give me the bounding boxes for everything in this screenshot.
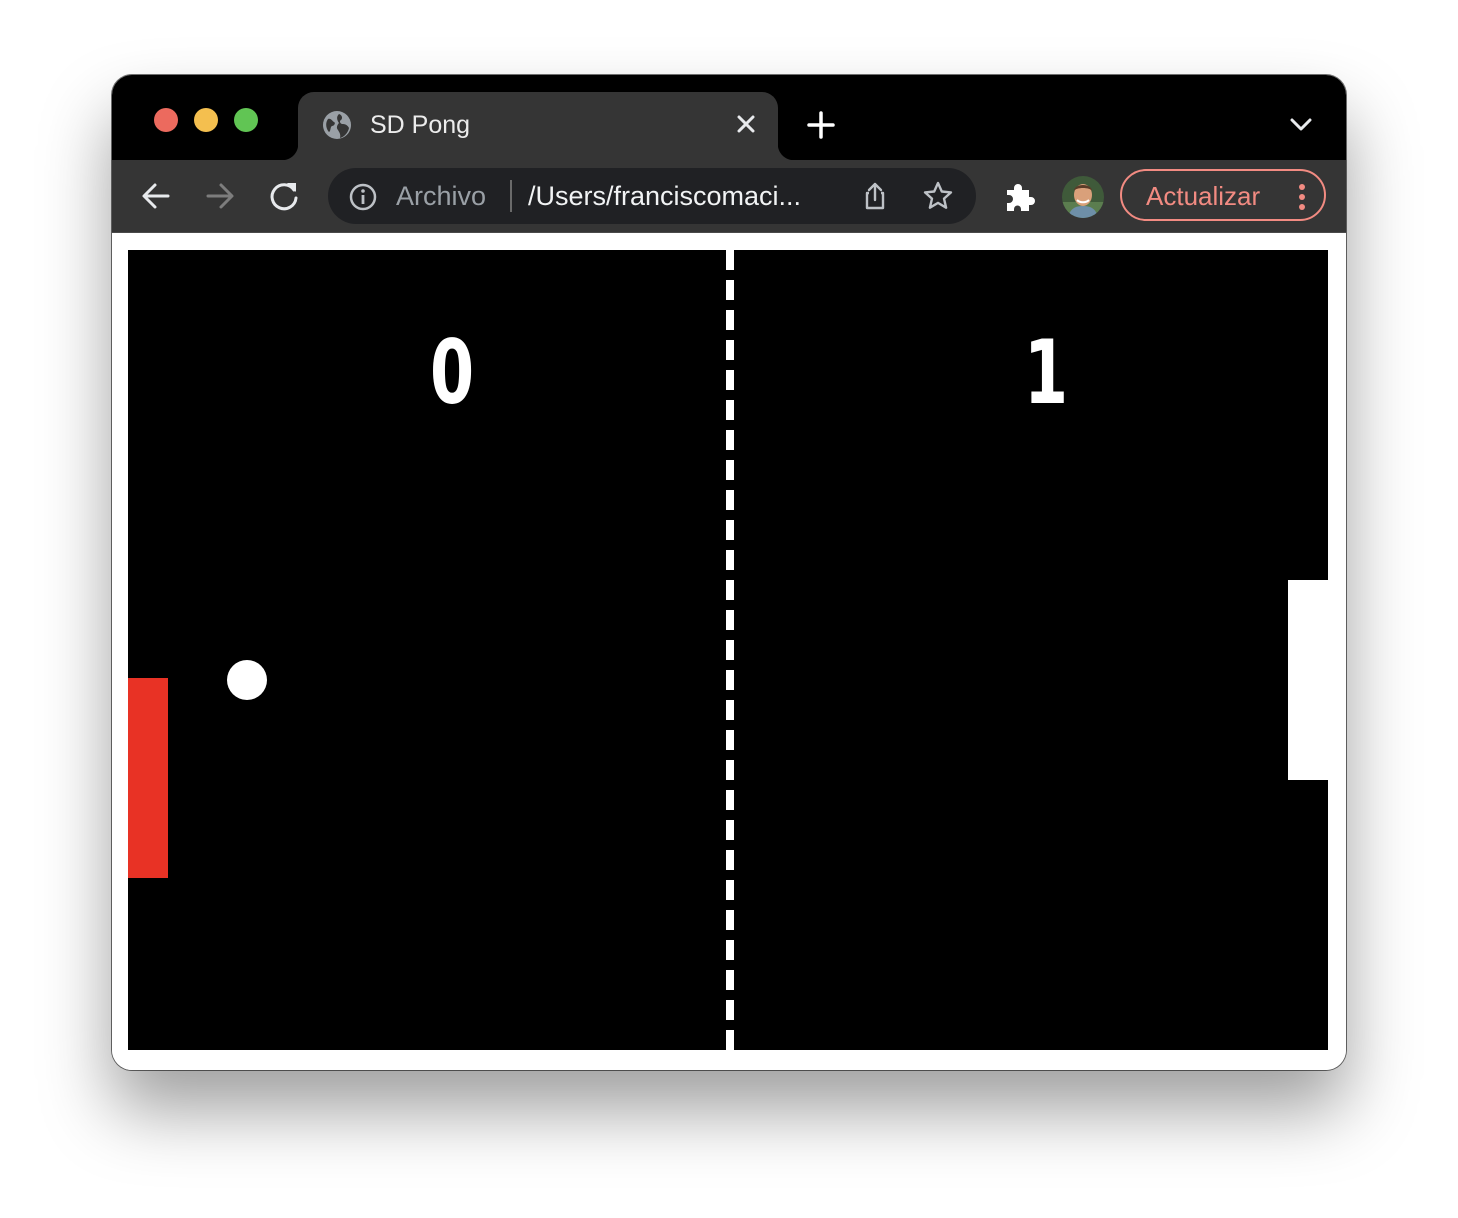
kebab-menu-icon[interactable] xyxy=(1292,183,1312,211)
plus-icon[interactable] xyxy=(806,110,836,140)
share-icon[interactable] xyxy=(860,181,890,211)
chevron-down-icon[interactable] xyxy=(1288,115,1314,135)
tab-sd-pong[interactable]: SD Pong xyxy=(282,92,794,160)
pong-canvas[interactable]: 0 1 xyxy=(128,250,1328,1050)
center-net xyxy=(726,250,734,1050)
right-paddle xyxy=(1288,580,1328,780)
score-left: 0 xyxy=(429,321,475,424)
score-right: 1 xyxy=(1023,321,1069,424)
update-label: Actualizar xyxy=(1146,181,1261,211)
reload-icon[interactable] xyxy=(266,178,302,214)
star-icon[interactable] xyxy=(922,180,954,212)
url-text[interactable]: /Users/franciscomaci... xyxy=(528,181,801,211)
title-bar: SD Pong xyxy=(112,75,1346,160)
zoom-window-button[interactable] xyxy=(234,108,258,132)
arrow-left-icon[interactable] xyxy=(138,178,174,214)
tab-title: SD Pong xyxy=(370,111,471,139)
ball xyxy=(227,660,267,700)
globe-icon xyxy=(323,111,351,139)
puzzle-icon[interactable] xyxy=(1002,180,1036,214)
omnibox-separator xyxy=(510,180,512,212)
update-button[interactable]: Actualizar xyxy=(1120,169,1326,221)
arrow-right-icon[interactable] xyxy=(202,178,238,214)
avatar[interactable] xyxy=(1062,176,1104,218)
scheme-label: Archivo xyxy=(396,181,487,211)
close-icon[interactable] xyxy=(734,112,758,136)
browser-window: SD Pong Archivo /Users/franciscomaci... … xyxy=(112,75,1346,1070)
minimize-window-button[interactable] xyxy=(194,108,218,132)
address-bar[interactable]: Archivo /Users/franciscomaci... xyxy=(328,168,976,224)
left-paddle xyxy=(128,678,168,878)
close-window-button[interactable] xyxy=(154,108,178,132)
profile-photo xyxy=(1062,176,1104,218)
page-viewport: 0 1 xyxy=(112,233,1346,1070)
info-icon[interactable] xyxy=(348,182,378,212)
browser-toolbar: Archivo /Users/franciscomaci... Actualiz… xyxy=(112,160,1346,233)
